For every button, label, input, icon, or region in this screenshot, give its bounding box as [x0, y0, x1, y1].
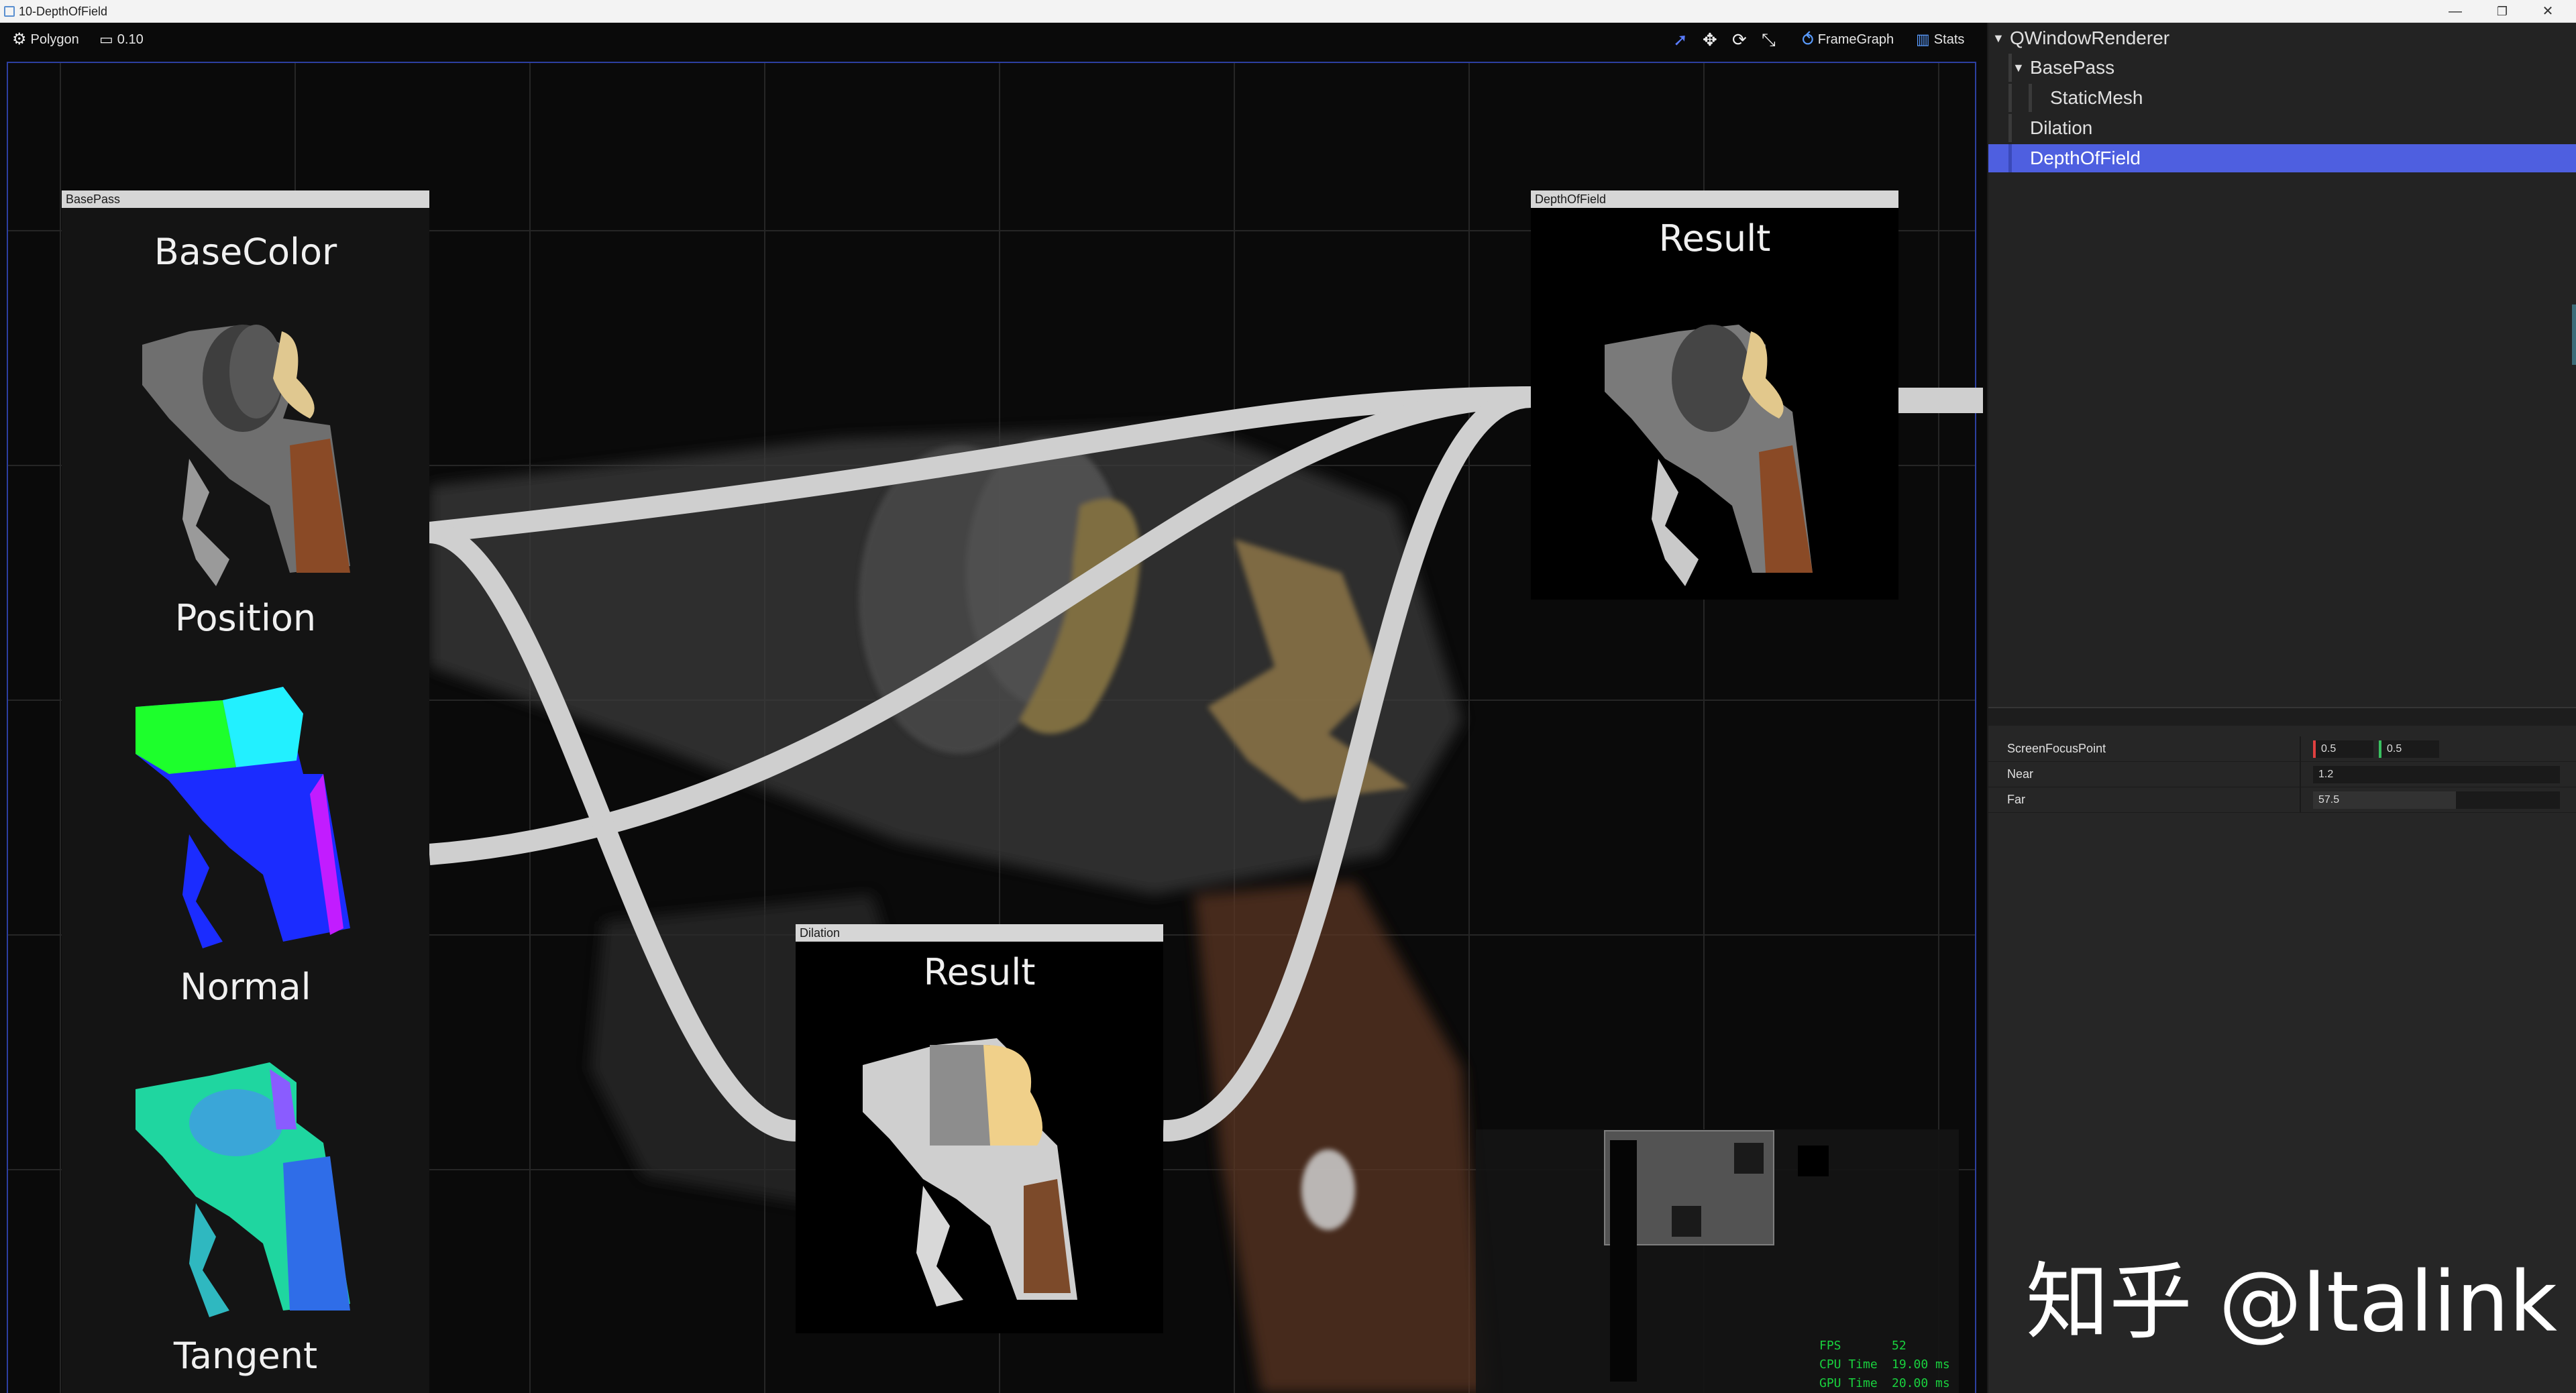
- select-tool-button[interactable]: ➚: [1673, 30, 1688, 50]
- window-title: 10-DepthOfField: [19, 5, 108, 18]
- gpu-time-label: GPU Time: [1819, 1376, 1878, 1390]
- dilation-output-label: Result: [923, 951, 1036, 993]
- node-header-depthoffield[interactable]: DepthOfField: [1531, 190, 1898, 208]
- app-root: 10-DepthOfField — ❐ ✕ ⚙ Polygon ▭ 0.10 ➚…: [0, 0, 2576, 1393]
- renderer-tree[interactable]: ▼ QWindowRenderer ▼ BasePass StaticMesh …: [1988, 23, 2576, 707]
- indent-guide: [2008, 84, 2012, 112]
- indent-guide: [2008, 114, 2012, 142]
- tree-scrollbar[interactable]: [2572, 304, 2576, 365]
- tree-item-depthoffield[interactable]: DepthOfField: [1988, 144, 2576, 172]
- scale-icon: ⤡: [1762, 30, 1776, 50]
- polygon-mode-button[interactable]: ⚙ Polygon: [12, 30, 79, 50]
- focus-y-value: 0.5: [2387, 743, 2402, 755]
- prop-separator: [2300, 762, 2301, 787]
- near-value: 1.2: [2318, 769, 2334, 780]
- inspector-panel: ▼ QWindowRenderer ▼ BasePass StaticMesh …: [1987, 23, 2576, 1393]
- tree-item-label: BasePass: [2030, 57, 2115, 78]
- prop-separator: [2300, 787, 2301, 813]
- prop-name-far: Far: [2007, 793, 2025, 806]
- framegraph-label: FrameGraph: [1817, 32, 1894, 47]
- stats-button[interactable]: ▥ Stats: [1916, 30, 1964, 50]
- near-slider[interactable]: 1.2: [2313, 766, 2560, 783]
- framegraph-icon: ⥀: [1802, 30, 1814, 50]
- framegraph-button[interactable]: ⥀ FrameGraph: [1802, 30, 1894, 50]
- node-depthoffield[interactable]: DepthOfField Result: [1531, 190, 1898, 600]
- focus-x-field[interactable]: 0.5: [2313, 740, 2373, 758]
- prop-row-screenfocuspoint: ScreenFocusPoint 0.5 0.5: [1988, 736, 2576, 762]
- camera-speed-value: 0.10: [117, 32, 144, 47]
- rotate-icon: ⟳: [1732, 30, 1747, 50]
- basecolor-thumbnail: [142, 325, 350, 586]
- window-titlebar: 10-DepthOfField — ❐ ✕: [0, 0, 2576, 23]
- camera-speed-button[interactable]: ▭ 0.10: [99, 30, 144, 50]
- tree-item-label: StaticMesh: [2050, 87, 2143, 108]
- camera-icon: ▭: [99, 31, 113, 48]
- output-label-normal: Normal: [180, 966, 311, 1008]
- tree-item-label: DepthOfField: [2030, 148, 2141, 168]
- tree-item-dilation[interactable]: Dilation: [1988, 114, 2576, 142]
- minimize-button[interactable]: —: [2435, 1, 2475, 21]
- bar-chart-icon: ▥: [1916, 31, 1930, 48]
- indent-guide: [2008, 144, 2012, 172]
- rotate-tool-button[interactable]: ⟳: [1732, 30, 1747, 50]
- indent-guide: [2029, 84, 2032, 112]
- tree-item-label: Dilation: [2030, 117, 2093, 138]
- tree-item-qwindowrenderer[interactable]: ▼ QWindowRenderer: [1988, 24, 2576, 52]
- prop-row-far: Far 57.5: [1988, 787, 2576, 813]
- expand-arrow-icon[interactable]: ▼: [2012, 54, 2025, 82]
- fps-label: FPS: [1819, 1339, 1841, 1353]
- far-slider[interactable]: 57.5: [2313, 791, 2560, 809]
- prop-row-near: Near 1.2: [1988, 762, 2576, 787]
- cursor-icon: ➚: [1673, 30, 1688, 50]
- fps-value: 52: [1892, 1339, 1907, 1353]
- stats-label: Stats: [1933, 32, 1965, 47]
- focus-y-field[interactable]: 0.5: [2379, 740, 2439, 758]
- output-label-tangent: Tangent: [173, 1335, 318, 1377]
- cpu-time-label: CPU Time: [1819, 1357, 1878, 1372]
- polygon-mode-label: Polygon: [30, 32, 79, 47]
- node-header-basepass[interactable]: BasePass: [62, 190, 429, 208]
- restore-button[interactable]: ❐: [2482, 1, 2522, 21]
- panel-splitter[interactable]: [1988, 707, 2576, 726]
- move-icon: ✥: [1703, 30, 1717, 50]
- focus-x-value: 0.5: [2321, 743, 2337, 755]
- dilation-thumbnail: [863, 1038, 1077, 1306]
- node-basepass[interactable]: BasePass BaseColor Position Normal Tange…: [62, 190, 429, 1393]
- dof-output-label: Result: [1658, 217, 1771, 260]
- dof-thumbnail: [1605, 325, 1813, 586]
- prop-separator: [2300, 736, 2301, 762]
- tree-item-label: QWindowRenderer: [2010, 27, 2170, 48]
- gpu-time-value: 20.00 ms: [1892, 1376, 1950, 1390]
- prop-name-near: Near: [2007, 767, 2034, 781]
- node-header-dilation[interactable]: Dilation: [796, 924, 1163, 942]
- watermark-text: 知乎 @Italink: [2026, 1254, 2557, 1351]
- polygon-icon: ⚙: [12, 30, 27, 48]
- tree-item-basepass[interactable]: ▼ BasePass: [1988, 54, 2576, 82]
- tree-item-staticmesh[interactable]: StaticMesh: [1988, 84, 2576, 112]
- normal-thumbnail: [136, 1062, 350, 1317]
- close-button[interactable]: ✕: [2528, 1, 2568, 21]
- app-icon: [4, 6, 15, 17]
- indent-guide: [2008, 54, 2012, 82]
- output-label-position: Position: [174, 597, 317, 639]
- scale-tool-button[interactable]: ⤡: [1762, 30, 1776, 50]
- position-thumbnail: [136, 687, 350, 948]
- cpu-time-value: 19.00 ms: [1892, 1357, 1950, 1372]
- node-dilation[interactable]: Dilation Result: [796, 924, 1163, 1333]
- expand-arrow-icon[interactable]: ▼: [1992, 24, 2004, 52]
- render-viewport[interactable]: ⚙ Polygon ▭ 0.10 ➚ ✥ ⟳ ⤡ ⥀ FrameGraph ▥ …: [0, 23, 1987, 1393]
- far-value: 57.5: [2318, 794, 2340, 805]
- prop-name-screenfocuspoint: ScreenFocusPoint: [2007, 742, 2106, 755]
- move-tool-button[interactable]: ✥: [1703, 30, 1717, 50]
- output-label-basecolor: BaseColor: [154, 231, 337, 273]
